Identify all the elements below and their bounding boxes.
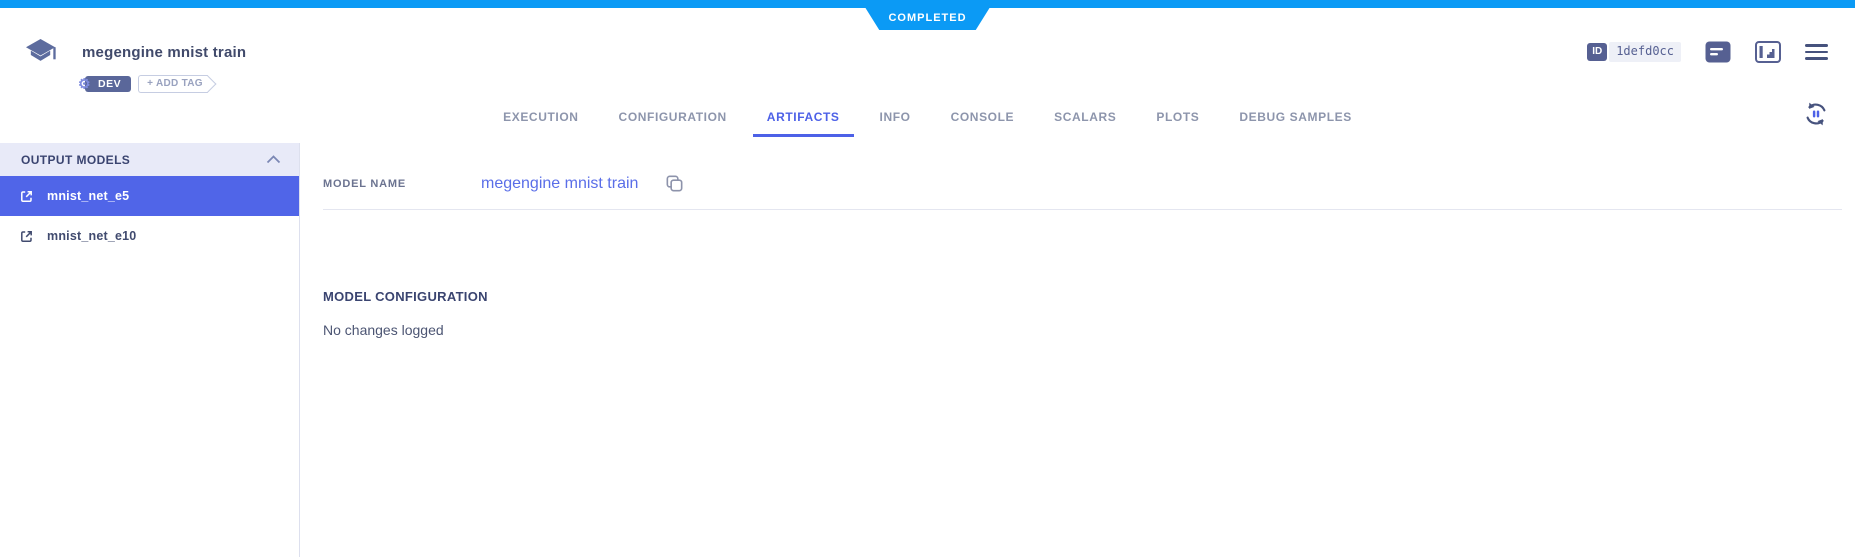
external-link-icon <box>19 189 34 204</box>
description-icon[interactable] <box>1705 41 1731 63</box>
collapse-chevron-icon[interactable] <box>266 155 281 164</box>
tab-debug-samples[interactable]: DEBUG SAMPLES <box>1225 99 1365 137</box>
model-item-mnist-net-e10[interactable]: mnist_net_e10 <box>0 216 299 256</box>
tab-info[interactable]: INFO <box>866 99 925 137</box>
experiment-icon <box>25 38 58 74</box>
model-item-label: mnist_net_e10 <box>47 229 136 243</box>
model-item-mnist-net-e5[interactable]: mnist_net_e5 <box>0 176 299 216</box>
tab-console[interactable]: CONSOLE <box>937 99 1029 137</box>
id-chip[interactable]: ID 1defd0cc <box>1587 42 1681 62</box>
status-badge: COMPLETED <box>861 0 995 30</box>
gear-icon: ⚙ <box>78 77 91 91</box>
tab-configuration[interactable]: CONFIGURATION <box>605 99 741 137</box>
auto-refresh-icon[interactable] <box>1802 100 1832 130</box>
tab-execution[interactable]: EXECUTION <box>489 99 592 137</box>
model-item-label: mnist_net_e5 <box>47 189 129 203</box>
id-value: 1defd0cc <box>1609 42 1681 62</box>
copy-icon[interactable] <box>664 173 685 194</box>
model-name-label: MODEL NAME <box>323 178 481 190</box>
model-name-row: MODEL NAME megengine mnist train <box>323 173 1841 194</box>
tags-row: ⚙ DEV + ADD TAG <box>85 75 208 93</box>
page-title: megengine mnist train <box>82 44 246 61</box>
tab-artifacts[interactable]: ARTIFACTS <box>753 99 854 137</box>
model-name-link[interactable]: megengine mnist train <box>481 175 638 193</box>
tab-scalars[interactable]: SCALARS <box>1040 99 1130 137</box>
sidebar-section-title: OUTPUT MODELS <box>21 153 130 167</box>
details-panel-icon[interactable] <box>1755 41 1781 63</box>
tag-dev[interactable]: ⚙ DEV <box>85 76 131 92</box>
tab-plots[interactable]: PLOTS <box>1142 99 1213 137</box>
add-tag-button[interactable]: + ADD TAG <box>138 75 208 93</box>
output-models-sidebar: OUTPUT MODELS mnist_net_e5 mnist_net_e10 <box>0 143 300 557</box>
model-configuration-title: MODEL CONFIGURATION <box>323 289 488 304</box>
sidebar-section-header[interactable]: OUTPUT MODELS <box>0 143 299 176</box>
external-link-icon <box>19 229 34 244</box>
tag-dev-label: DEV <box>98 78 121 90</box>
add-tag-label: + ADD TAG <box>147 78 203 89</box>
artifact-detail-panel: MODEL NAME megengine mnist train MODEL C… <box>301 143 1855 557</box>
menu-icon[interactable] <box>1805 44 1828 60</box>
id-badge: ID <box>1587 43 1607 61</box>
section-divider <box>323 209 1842 210</box>
model-configuration-empty-message: No changes logged <box>323 322 444 338</box>
header-controls: ID 1defd0cc <box>1587 41 1828 63</box>
tab-bar: EXECUTION CONFIGURATION ARTIFACTS INFO C… <box>0 99 1855 137</box>
status-badge-label: COMPLETED <box>888 7 966 24</box>
